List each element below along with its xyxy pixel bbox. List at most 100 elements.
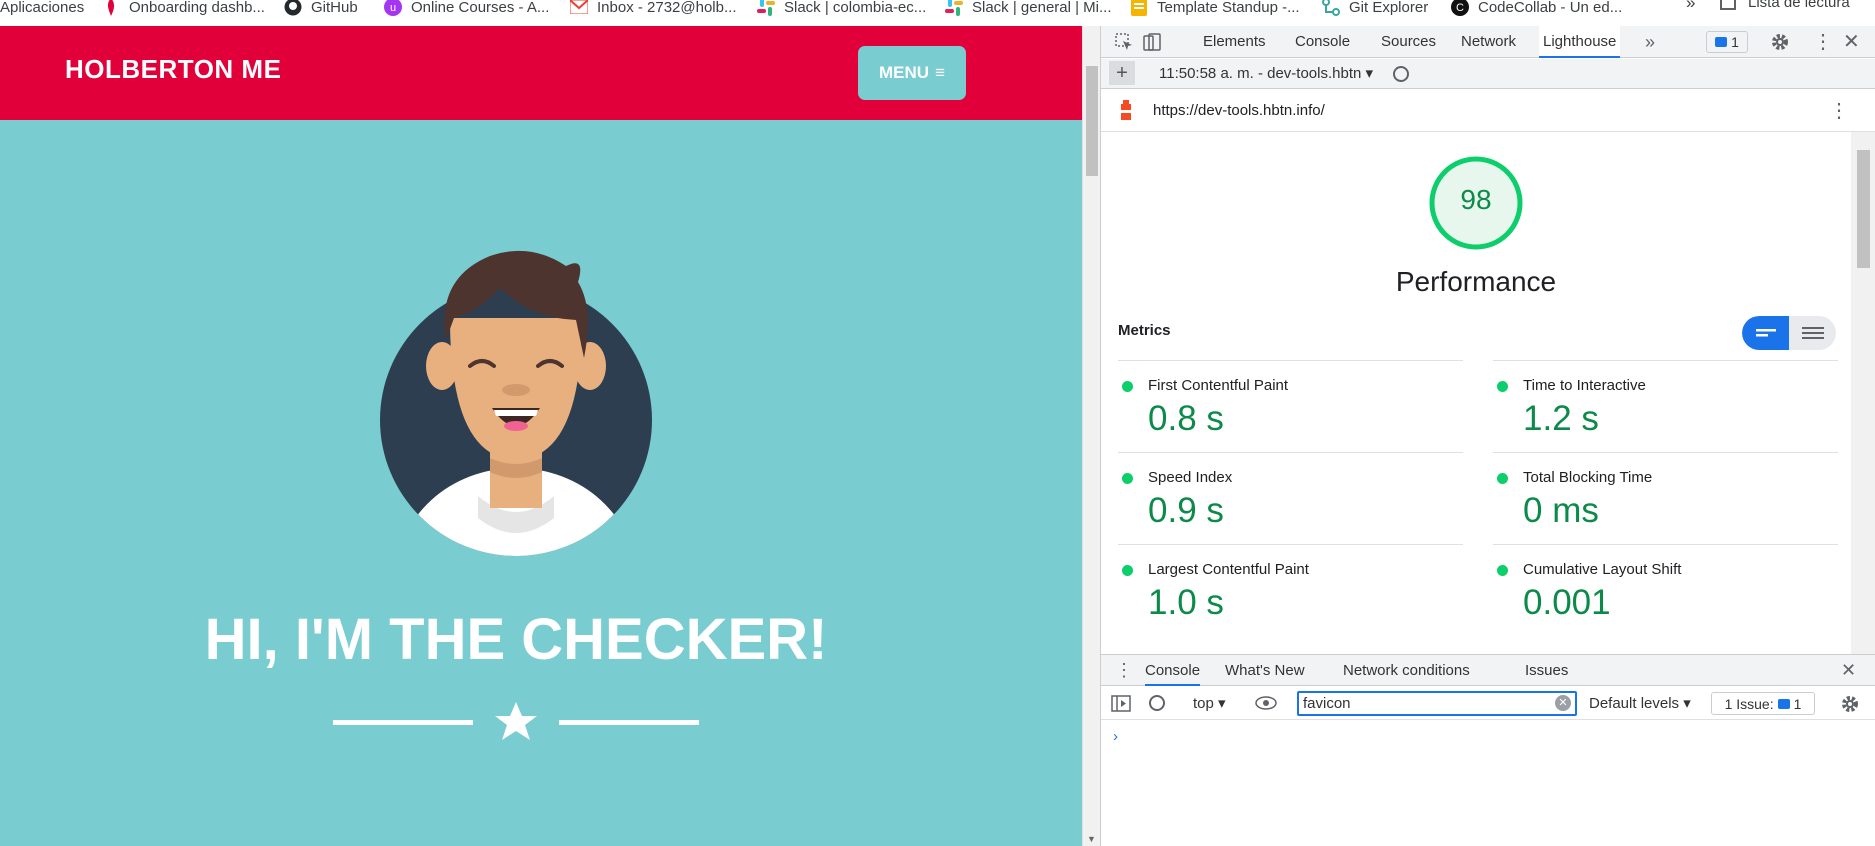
tab-elements[interactable]: Elements bbox=[1199, 26, 1270, 58]
console-toolbar: top ▾ ✕ Default levels ▾ 1 Issue: 1 bbox=[1101, 687, 1875, 720]
avatar bbox=[380, 250, 652, 556]
site-navbar: HOLBERTON ME MENU ≡ bbox=[0, 26, 1082, 120]
sidebar-toggle-icon[interactable] bbox=[1111, 695, 1131, 712]
bookmark-inbox[interactable]: Inbox - 2732@holb... bbox=[570, 0, 736, 20]
tab-lighthouse[interactable]: Lighthouse bbox=[1539, 26, 1621, 58]
website-scrollbar[interactable]: ▼ bbox=[1082, 26, 1100, 846]
star-icon bbox=[495, 702, 537, 740]
message-icon bbox=[1777, 698, 1790, 709]
pass-indicator bbox=[1122, 473, 1133, 484]
bookmark-apps[interactable]: Aplicaciones bbox=[0, 0, 84, 20]
site-brand[interactable]: HOLBERTON ME bbox=[65, 54, 281, 85]
report-selector[interactable]: 11:50:58 a. m. - dev-tools.hbtn ▾ bbox=[1159, 64, 1373, 82]
devtools-tabbar: Elements Console Sources Network Lightho… bbox=[1101, 26, 1875, 58]
gmail-icon bbox=[570, 0, 588, 16]
lighthouse-toolbar: + 11:50:58 a. m. - dev-tools.hbtn ▾ bbox=[1101, 59, 1875, 89]
svg-text:u: u bbox=[390, 2, 396, 14]
kebab-menu-icon[interactable]: ⋮ bbox=[1809, 26, 1837, 58]
tab-sources[interactable]: Sources bbox=[1377, 26, 1440, 58]
close-drawer-icon[interactable]: ✕ bbox=[1841, 660, 1856, 681]
drawer-tabbar: ⋮ Console What's New Network conditions … bbox=[1101, 654, 1875, 686]
drawer-tab-network-conditions[interactable]: Network conditions bbox=[1343, 655, 1470, 686]
compact-view-button[interactable] bbox=[1742, 316, 1789, 350]
pass-indicator bbox=[1122, 381, 1133, 392]
bookmark-slack-colombia[interactable]: Slack | colombia-ec... bbox=[757, 0, 926, 20]
codecollab-icon: C bbox=[1451, 0, 1469, 16]
star-divider bbox=[333, 702, 699, 740]
metric-cumulative-layout-shift: Cumulative Layout Shift 0.001 bbox=[1493, 544, 1838, 636]
pass-indicator bbox=[1497, 381, 1508, 392]
devtools-panel: Elements Console Sources Network Lightho… bbox=[1100, 26, 1875, 846]
performance-score: 98 bbox=[1460, 184, 1492, 215]
scroll-down-arrow-icon[interactable]: ▼ bbox=[1087, 834, 1096, 844]
holberton-icon bbox=[102, 0, 120, 16]
device-toolbar-icon[interactable] bbox=[1143, 33, 1161, 51]
bookmark-onboarding[interactable]: Onboarding dashb... bbox=[102, 0, 265, 20]
udemy-icon: u bbox=[384, 0, 402, 16]
slack-icon bbox=[757, 0, 775, 16]
console-prompt[interactable]: › bbox=[1113, 728, 1118, 745]
report-url[interactable]: https://dev-tools.hbtn.info/ bbox=[1153, 102, 1325, 119]
bookmark-codecollab[interactable]: C CodeCollab - Un ed... bbox=[1451, 0, 1622, 20]
drawer-tab-issues[interactable]: Issues bbox=[1525, 655, 1568, 686]
clear-reports-icon[interactable] bbox=[1393, 66, 1409, 82]
docs-icon bbox=[1130, 0, 1148, 16]
report-scrollbar[interactable] bbox=[1851, 132, 1875, 654]
reading-list-icon bbox=[1720, 0, 1736, 10]
pass-indicator bbox=[1122, 565, 1133, 576]
bookmarks-overflow-button[interactable]: » bbox=[1686, 0, 1695, 13]
console-filter-input[interactable] bbox=[1297, 691, 1577, 716]
context-selector[interactable]: top ▾ bbox=[1193, 694, 1226, 712]
bookmark-git-explorer[interactable]: Git Explorer bbox=[1322, 0, 1428, 20]
git-explorer-icon bbox=[1322, 0, 1340, 16]
clear-filter-icon[interactable]: ✕ bbox=[1555, 695, 1571, 711]
log-levels-dropdown[interactable]: Default levels ▾ bbox=[1589, 694, 1691, 712]
more-tabs-icon[interactable]: » bbox=[1641, 26, 1659, 58]
metric-time-to-interactive: Time to Interactive 1.2 s bbox=[1493, 360, 1838, 452]
inspect-element-icon[interactable] bbox=[1115, 33, 1133, 51]
expanded-view-icon[interactable] bbox=[1789, 316, 1836, 350]
metrics-view-toggle[interactable] bbox=[1742, 316, 1836, 350]
drawer-menu-icon[interactable]: ⋮ bbox=[1115, 660, 1133, 681]
pass-indicator bbox=[1497, 565, 1508, 576]
metric-first-contentful-paint: First Contentful Paint 0.8 s bbox=[1118, 360, 1463, 452]
menu-button[interactable]: MENU ≡ bbox=[858, 46, 966, 100]
new-report-button[interactable]: + bbox=[1109, 61, 1135, 85]
live-expression-eye-icon[interactable] bbox=[1255, 696, 1277, 710]
category-title: Performance bbox=[1395, 266, 1557, 297]
bookmark-github[interactable]: GitHub bbox=[284, 0, 358, 20]
drawer-tab-whats-new[interactable]: What's New bbox=[1225, 655, 1305, 686]
report-scroll-thumb[interactable] bbox=[1857, 150, 1870, 268]
metric-total-blocking-time: Total Blocking Time 0 ms bbox=[1493, 452, 1838, 544]
metric-speed-index: Speed Index 0.9 s bbox=[1118, 452, 1463, 544]
hamburger-icon: ≡ bbox=[935, 63, 945, 82]
url-kebab-icon[interactable]: ⋮ bbox=[1829, 98, 1849, 123]
reading-list-button[interactable]: Lista de lectura bbox=[1720, 0, 1850, 11]
message-icon bbox=[1715, 37, 1728, 47]
metric-largest-contentful-paint: Largest Contentful Paint 1.0 s bbox=[1118, 544, 1463, 636]
tab-network[interactable]: Network bbox=[1457, 26, 1520, 58]
console-issues-button[interactable]: 1 Issue: 1 bbox=[1711, 692, 1815, 715]
svg-text:C: C bbox=[1456, 2, 1464, 14]
drawer-tab-console[interactable]: Console bbox=[1145, 655, 1201, 686]
bookmarks-bar: Aplicaciones Onboarding dashb... GitHub … bbox=[0, 0, 1875, 26]
issues-badge-button[interactable]: 1 bbox=[1706, 31, 1748, 53]
lighthouse-report: 98 Performance Metrics First Contentful … bbox=[1101, 132, 1851, 654]
pass-indicator bbox=[1497, 473, 1508, 484]
bookmark-slack-general[interactable]: Slack | general | Mi... bbox=[945, 0, 1112, 20]
console-settings-gear-icon[interactable] bbox=[1841, 695, 1859, 713]
report-url-bar: https://dev-tools.hbtn.info/ ⋮ bbox=[1101, 90, 1875, 132]
bookmark-online-courses[interactable]: u Online Courses - A... bbox=[384, 0, 549, 20]
tab-console[interactable]: Console bbox=[1291, 26, 1354, 58]
settings-gear-icon[interactable] bbox=[1771, 33, 1789, 51]
bookmark-template-standup[interactable]: Template Standup -... bbox=[1130, 0, 1300, 20]
website-scroll-thumb[interactable] bbox=[1086, 66, 1098, 176]
metrics-heading: Metrics bbox=[1118, 322, 1171, 339]
clear-console-icon[interactable] bbox=[1149, 695, 1165, 711]
website-viewport: HOLBERTON ME MENU ≡ HI, I'M THE CHECKER! bbox=[0, 26, 1082, 846]
github-icon bbox=[284, 0, 302, 16]
slack-icon bbox=[945, 0, 963, 16]
lighthouse-icon bbox=[1121, 100, 1131, 120]
hero-title: HI, I'M THE CHECKER! bbox=[204, 607, 828, 672]
close-devtools-icon[interactable]: ✕ bbox=[1839, 26, 1864, 58]
